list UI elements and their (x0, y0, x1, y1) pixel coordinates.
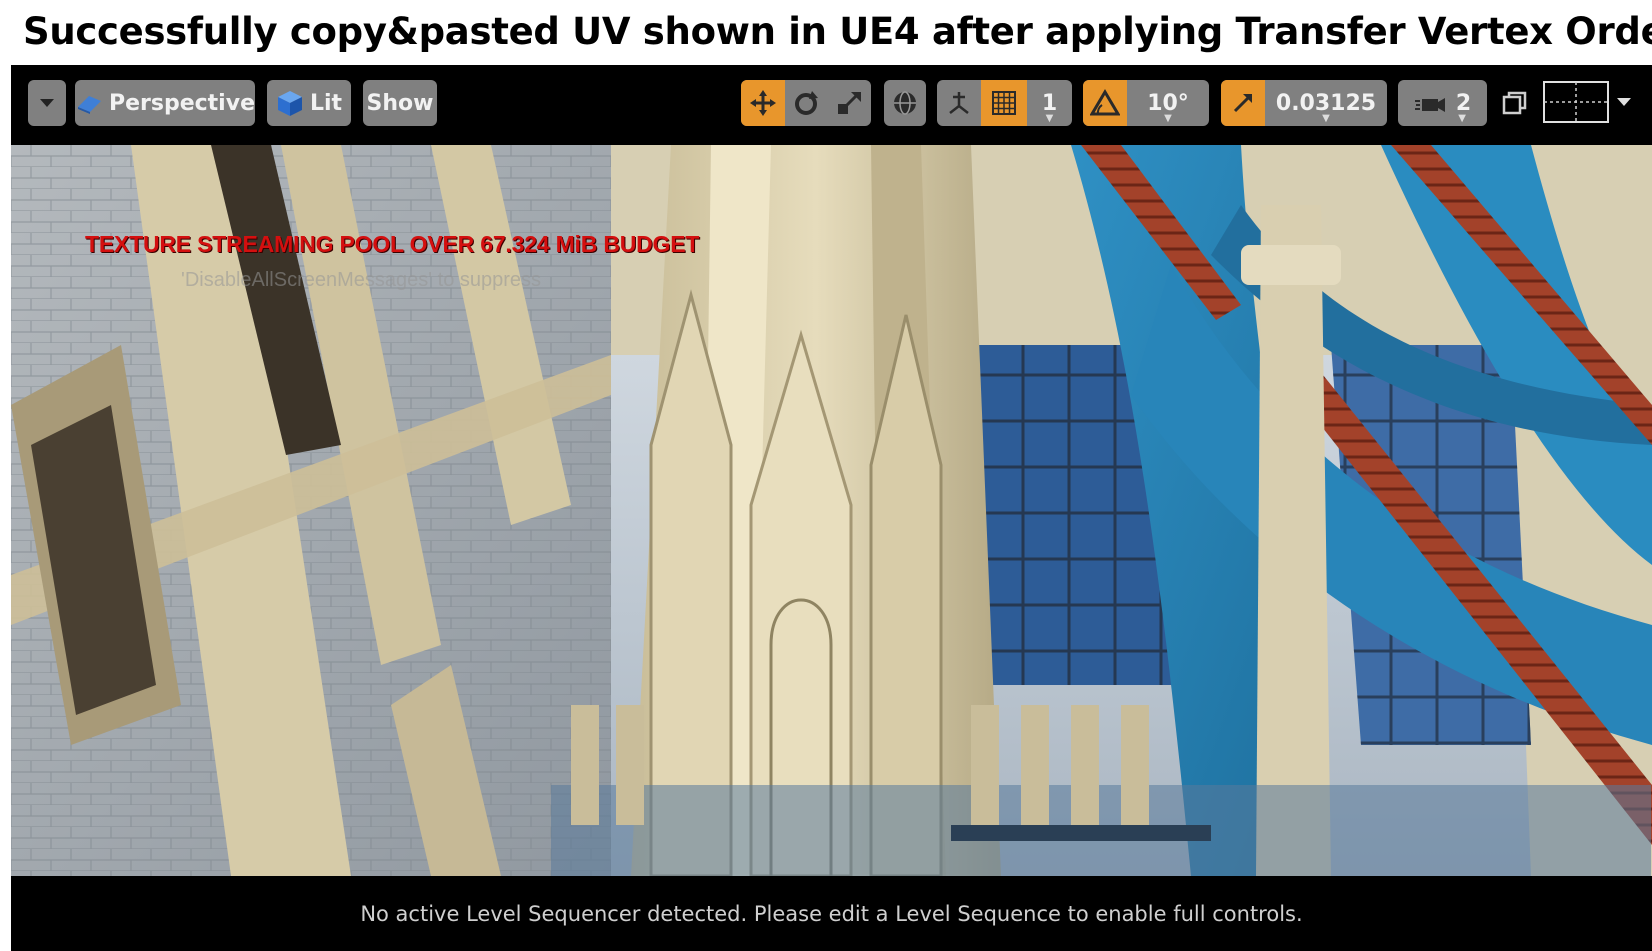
grid-snap-value-dropdown[interactable]: 1 ▼ (1027, 80, 1072, 126)
lit-view-mode-button[interactable]: Lit (267, 80, 351, 126)
3d-viewport[interactable]: TEXTURE STREAMING POOL OVER 67.324 MiB B… (11, 145, 1652, 876)
coordinate-system-group (884, 80, 926, 126)
camera-speed-group: 2 ▼ (1398, 80, 1487, 126)
grid-snap-group: 1 ▼ (937, 80, 1072, 126)
scale-snap-icon (1233, 94, 1252, 113)
rotation-snap-value-dropdown[interactable]: 10° ▼ (1127, 80, 1209, 126)
translate-tool-button[interactable] (741, 80, 785, 126)
page-title: Successfully copy&pasted UV shown in UE4… (23, 10, 1652, 53)
rotate-icon (795, 91, 818, 115)
rotation-snap-group: 10° ▼ (1083, 80, 1209, 126)
scale-snap-group: 0.03125 ▼ (1221, 80, 1387, 126)
viewport-options-button[interactable] (28, 80, 66, 126)
camera-icon (1414, 98, 1445, 112)
scale-snap-toggle[interactable] (1221, 80, 1265, 126)
surface-snap-icon (949, 92, 969, 114)
camera-speed-dropdown[interactable]: 2 ▼ (1398, 80, 1487, 126)
perspective-icon (78, 96, 101, 114)
sequencer-status-message: No active Level Sequencer detected. Plea… (360, 901, 1303, 926)
scale-icon (838, 92, 861, 114)
layout-dropdown[interactable] (1542, 79, 1640, 129)
show-button[interactable]: Show (363, 80, 437, 126)
globe-icon (894, 91, 916, 115)
chevron-down-icon: ▼ (1322, 113, 1330, 124)
lit-cube-icon (277, 91, 302, 116)
grid-snap-toggle[interactable] (981, 80, 1027, 126)
chevron-down-icon (40, 99, 54, 107)
viewport-layout-icon (1543, 81, 1631, 123)
scale-tool-button[interactable] (827, 80, 871, 126)
grid-icon (992, 91, 1016, 115)
viewport-toolbar: Perspective Lit Show 1 ▼ 10° ▼ 0.03125 ▼… (11, 65, 1652, 145)
ue4-viewport-window: Perspective Lit Show 1 ▼ 10° ▼ 0.03125 ▼… (11, 65, 1652, 951)
angle-snap-icon (1090, 89, 1120, 116)
texture-streaming-warning: TEXTURE STREAMING POOL OVER 67.324 MiB B… (85, 231, 700, 257)
chevron-down-icon: ▼ (1164, 113, 1172, 124)
rotate-tool-button[interactable] (785, 80, 827, 126)
chevron-down-icon: ▼ (1458, 113, 1466, 124)
world-space-button[interactable] (884, 80, 926, 126)
maximize-viewport-button[interactable] (1502, 90, 1528, 116)
move-icon (750, 90, 776, 116)
rotation-snap-toggle[interactable] (1083, 80, 1127, 126)
suppress-messages-hint: 'DisableAllScreenMessages' to suppress (181, 269, 542, 291)
transform-tools-group (741, 80, 871, 126)
surface-snap-button[interactable] (937, 80, 981, 126)
sequencer-status-bar: No active Level Sequencer detected. Plea… (11, 876, 1652, 951)
chevron-down-icon: ▼ (1045, 113, 1054, 124)
perspective-button[interactable]: Perspective (75, 80, 255, 126)
scale-snap-value-dropdown[interactable]: 0.03125 ▼ (1265, 80, 1387, 126)
restore-window-icon (1502, 91, 1527, 115)
